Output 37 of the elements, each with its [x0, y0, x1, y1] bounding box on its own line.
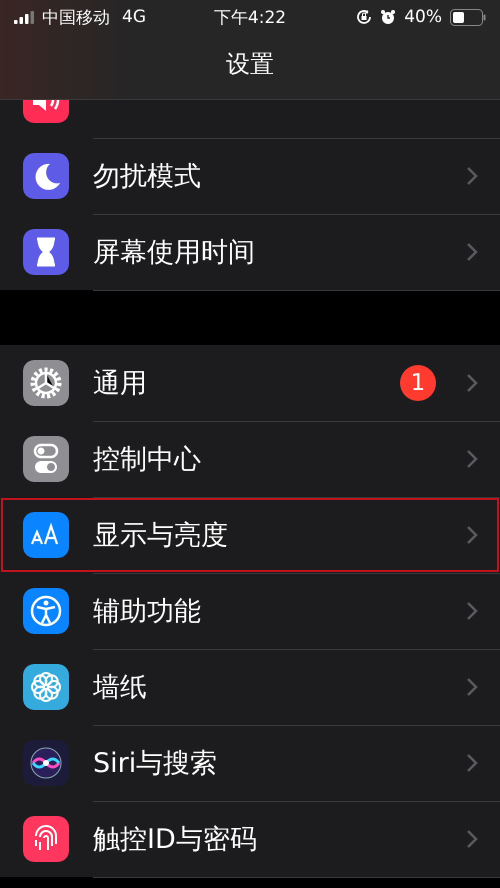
settings-row[interactable]: 屏幕使用时间: [0, 214, 500, 290]
row-label: 触控ID与密码: [93, 822, 258, 856]
row-label: 通用: [93, 366, 148, 400]
battery-percent: 40%: [404, 7, 442, 27]
settings-row[interactable]: 辅助功能: [0, 573, 500, 649]
chevron-icon: [466, 166, 478, 186]
row-label: 屏幕使用时间: [93, 236, 256, 270]
chevron-icon: [466, 372, 478, 392]
chevron-icon: [466, 524, 478, 544]
chevron-icon: [466, 448, 478, 468]
alarm-icon: [380, 9, 396, 25]
battery-icon: [450, 8, 486, 26]
page-title: 设置: [225, 49, 275, 80]
settings-row[interactable]: Siri与搜索: [0, 725, 500, 801]
chevron-icon: [466, 242, 478, 262]
chevron-icon: [466, 600, 478, 620]
network-type: 4G: [122, 7, 146, 27]
row-label: 墙纸: [93, 670, 148, 704]
chevron-icon: [466, 828, 478, 848]
row-label: Siri与搜索: [93, 746, 218, 780]
chevron-icon: [466, 676, 478, 696]
row-label: 控制中心: [93, 442, 202, 476]
settings-row[interactable]: 控制中心: [0, 421, 500, 497]
settings-row[interactable]: 触控ID与密码: [0, 801, 500, 877]
settings-row[interactable]: 勿扰模式: [0, 138, 500, 214]
rotation-lock-icon: [356, 9, 372, 25]
notification-badge: 1: [400, 364, 436, 400]
row-label: 勿扰模式: [93, 160, 202, 194]
row-label: 辅助功能: [93, 594, 202, 628]
status-time: 下午4:22: [214, 6, 286, 28]
settings-row[interactable]: 显示与亮度: [0, 497, 500, 573]
settings-row[interactable]: 通用 1: [0, 345, 500, 421]
settings-row[interactable]: 墙纸: [0, 649, 500, 725]
signal-icon: [14, 10, 36, 24]
chevron-icon: [466, 752, 478, 772]
carrier-name: 中国移动: [42, 6, 110, 28]
row-label: 显示与亮度: [93, 518, 229, 552]
